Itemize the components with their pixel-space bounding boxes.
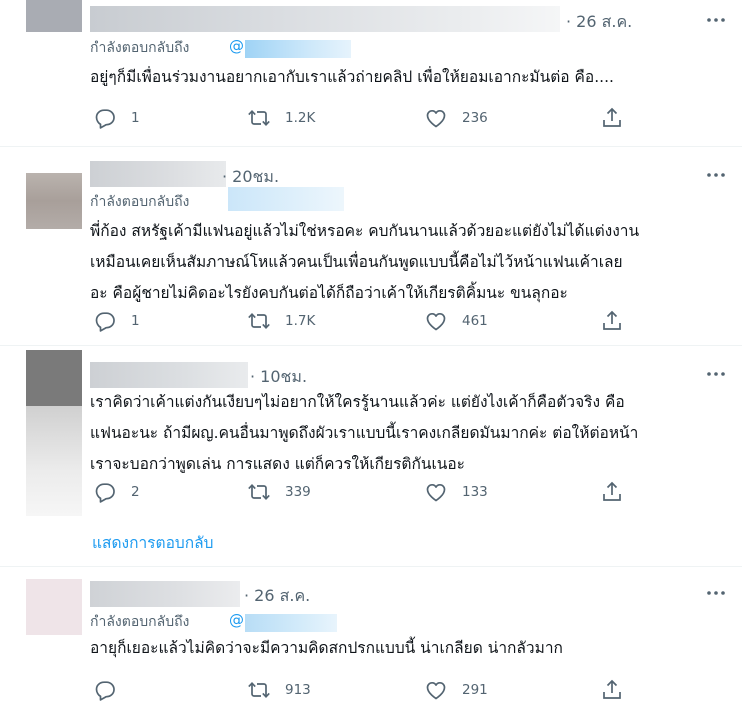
share-button[interactable] xyxy=(600,106,624,130)
avatar[interactable] xyxy=(26,0,82,32)
more-icon[interactable] xyxy=(704,362,728,386)
author-name-blurred[interactable] xyxy=(90,6,560,32)
share-icon xyxy=(600,678,624,702)
replying-to-label: กำลังตอบกลับถึง xyxy=(90,614,190,630)
reply-icon xyxy=(93,480,117,504)
reply-handle-blurred[interactable] xyxy=(228,187,344,211)
tweet-text-line: เราจะบอกว่าพูดเล่น การแสดง แต่ก็ควรให้เก… xyxy=(90,455,465,473)
tweet-actions: 2 339 133 xyxy=(90,480,650,504)
reply-button[interactable]: 1 xyxy=(93,309,140,333)
reply-handle-blurred[interactable] xyxy=(245,614,337,632)
retweet-count: 339 xyxy=(285,484,311,500)
tweet-2[interactable]: · 20ชม. กำลังตอบกลับถึง พี่ก้อง สหรัฐเค้… xyxy=(0,147,742,345)
tweet-text-line: อายุก็เยอะแล้วไม่คิดว่าจะมีความคิดสกปรกแ… xyxy=(90,639,563,657)
avatar[interactable] xyxy=(26,173,82,229)
author-name-blurred[interactable] xyxy=(90,362,248,388)
like-count: 461 xyxy=(462,313,488,329)
tweet-text-line: แฟนอะนะ ถ้ามีผญ.คนอื่นมาพูดถึงผัวเราแบบน… xyxy=(90,424,639,442)
author-name-blurred[interactable] xyxy=(90,161,226,187)
share-button[interactable] xyxy=(600,480,624,504)
avatar[interactable] xyxy=(26,579,82,635)
reply-button[interactable] xyxy=(93,678,131,702)
like-icon xyxy=(424,309,448,333)
reply-count: 1 xyxy=(131,313,140,329)
like-icon xyxy=(424,480,448,504)
retweet-icon xyxy=(247,106,271,130)
tweet-actions: 913 291 xyxy=(90,678,650,702)
tweet-text-line: เราคิดว่าเค้าแต่งกันเงียบๆไม่อยากให้ใครร… xyxy=(90,393,625,411)
like-button[interactable]: 291 xyxy=(424,678,488,702)
like-count: 291 xyxy=(462,682,488,698)
tweet-1[interactable]: · 26 ส.ค. กำลังตอบกลับถึง @ อยู่ๆก็มีเพื… xyxy=(0,0,742,146)
replying-to: กำลังตอบกลับถึง xyxy=(90,37,189,59)
like-button[interactable]: 133 xyxy=(424,480,488,504)
like-icon xyxy=(424,106,448,130)
like-count: 236 xyxy=(462,110,488,126)
tweet-actions: 1 1.2K 236 xyxy=(90,106,650,130)
tweet-timestamp[interactable]: · 26 ส.ค. xyxy=(244,584,310,609)
replying-to-label: กำลังตอบกลับถึง xyxy=(90,194,190,210)
retweet-button[interactable]: 913 xyxy=(247,678,311,702)
tweet-timestamp[interactable]: · 26 ส.ค. xyxy=(566,10,632,35)
reply-count: 2 xyxy=(131,484,140,500)
reply-count: 1 xyxy=(131,110,140,126)
tweet-text-line: พี่ก้อง สหรัฐเค้ามีแฟนอยู่แล้วไม่ใช่หรอค… xyxy=(90,222,640,240)
retweet-icon xyxy=(247,309,271,333)
reply-handle-at[interactable]: @ xyxy=(229,37,244,55)
like-icon xyxy=(424,678,448,702)
like-button[interactable]: 461 xyxy=(424,309,488,333)
replying-to: กำลังตอบกลับถึง xyxy=(90,191,189,213)
reply-handle-at[interactable]: @ xyxy=(229,611,244,629)
tweet-text: อายุก็เยอะแล้วไม่คิดว่าจะมีความคิดสกปรกแ… xyxy=(90,633,720,664)
avatar-thread-line xyxy=(26,406,82,516)
author-name-blurred[interactable] xyxy=(90,581,240,607)
tweet-actions: 1 1.7K 461 xyxy=(90,309,650,333)
tweet-text: อยู่ๆก็มีเพื่อนร่วมงานอยากเอากับเราแล้วถ… xyxy=(90,62,720,93)
reply-icon xyxy=(93,678,117,702)
retweet-icon xyxy=(247,480,271,504)
more-icon[interactable] xyxy=(704,163,728,187)
retweet-button[interactable]: 1.2K xyxy=(247,106,315,130)
tweet-text-line: อยู่ๆก็มีเพื่อนร่วมงานอยากเอากับเราแล้วถ… xyxy=(90,68,614,86)
share-button[interactable] xyxy=(600,309,624,333)
tweet-text-line: เหมือนเคยเห็นสัมภาษณ์โหแล้วคนเป็นเพื่อนก… xyxy=(90,253,623,271)
tweet-text: พี่ก้อง สหรัฐเค้ามีแฟนอยู่แล้วไม่ใช่หรอค… xyxy=(90,216,720,309)
retweet-button[interactable]: 1.7K xyxy=(247,309,315,333)
tweet-text: เราคิดว่าเค้าแต่งกันเงียบๆไม่อยากให้ใครร… xyxy=(90,387,720,480)
replying-to-label: กำลังตอบกลับถึง xyxy=(90,40,190,56)
retweet-count: 913 xyxy=(285,682,311,698)
reply-icon xyxy=(93,309,117,333)
more-icon[interactable] xyxy=(704,8,728,32)
show-replies-link[interactable]: แสดงการตอบกลับ xyxy=(92,530,213,555)
replying-to: กำลังตอบกลับถึง xyxy=(90,611,189,633)
avatar[interactable] xyxy=(26,350,82,406)
share-button[interactable] xyxy=(600,678,624,702)
share-icon xyxy=(600,309,624,333)
retweet-button[interactable]: 339 xyxy=(247,480,311,504)
tweet-3[interactable]: · 10ชม. เราคิดว่าเค้าแต่งกันเงียบๆไม่อยา… xyxy=(0,346,742,516)
more-icon[interactable] xyxy=(704,581,728,605)
like-button[interactable]: 236 xyxy=(424,106,488,130)
share-icon xyxy=(600,480,624,504)
tweet-4[interactable]: · 26 ส.ค. กำลังตอบกลับถึง @ อายุก็เยอะแล… xyxy=(0,567,742,714)
retweet-count: 1.2K xyxy=(285,110,316,126)
share-icon xyxy=(600,106,624,130)
retweet-count: 1.7K xyxy=(285,313,316,329)
reply-handle-blurred[interactable] xyxy=(245,40,351,58)
like-count: 133 xyxy=(462,484,488,500)
retweet-icon xyxy=(247,678,271,702)
reply-button[interactable]: 2 xyxy=(93,480,140,504)
reply-icon xyxy=(93,106,117,130)
reply-button[interactable]: 1 xyxy=(93,106,140,130)
tweet-text-line: อะ คือผู้ชายไม่คิดอะไรยังคบกันต่อได้ก็ถื… xyxy=(90,284,568,302)
